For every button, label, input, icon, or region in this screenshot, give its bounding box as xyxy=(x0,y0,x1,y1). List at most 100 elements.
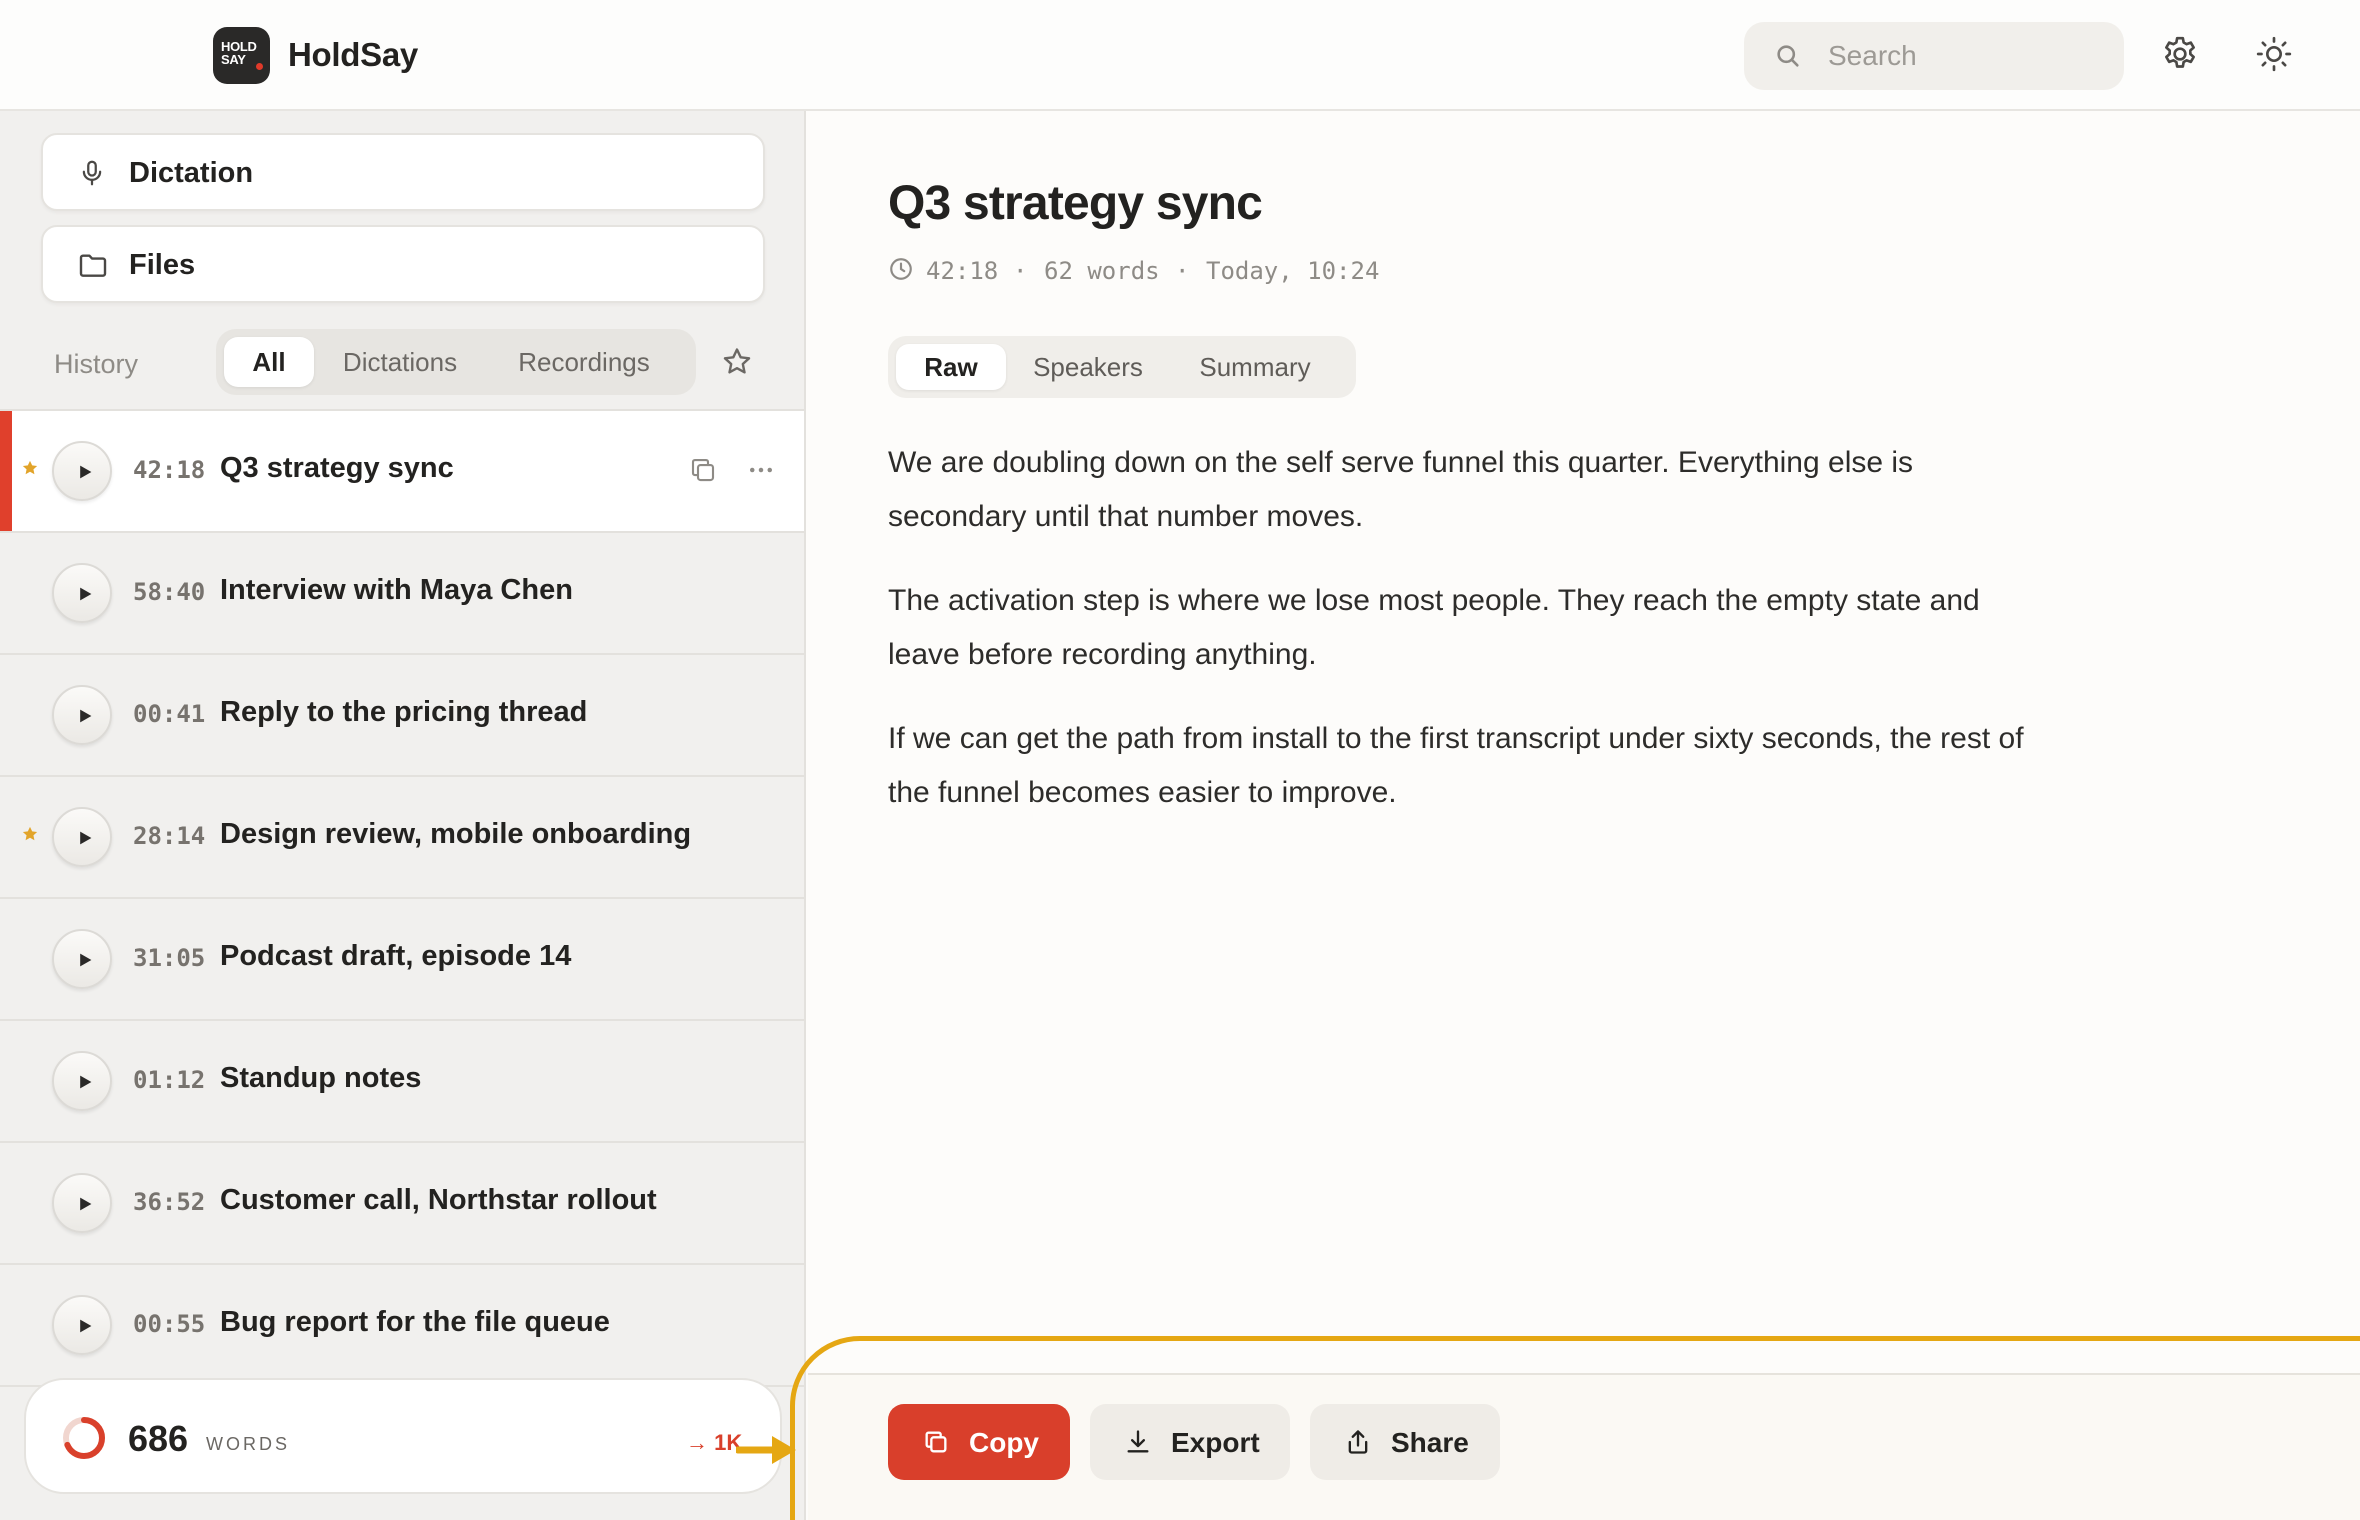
item-title: Customer call, Northstar rollout xyxy=(220,1184,657,1216)
play-icon xyxy=(80,831,92,845)
item-duration: 42:18 xyxy=(133,456,206,484)
copy-label: Copy xyxy=(969,1427,1039,1458)
star-outline-icon xyxy=(723,348,751,374)
export-label: Export xyxy=(1171,1427,1260,1458)
item-title: Podcast draft, episode 14 xyxy=(220,940,572,972)
transcript-view-tabs: Raw Speakers Summary xyxy=(888,336,1356,398)
history-item[interactable]: 36:52 Customer call, Northstar rollout xyxy=(0,1143,804,1265)
play-icon xyxy=(80,709,92,723)
item-duration: 00:41 xyxy=(133,700,206,728)
star-icon xyxy=(22,460,38,475)
share-label: Share xyxy=(1391,1427,1469,1458)
item-title: Bug report for the file queue xyxy=(220,1306,610,1338)
folder-icon xyxy=(79,254,107,277)
app-logo: HOLD SAY xyxy=(213,27,270,84)
filter-all[interactable]: All xyxy=(224,337,314,387)
sidebar: Dictation Files History All Dictations R… xyxy=(0,111,806,1520)
meta-separator: · xyxy=(1175,257,1190,285)
history-item[interactable]: 31:05 Podcast draft, episode 14 xyxy=(0,899,804,1021)
item-title: Q3 strategy sync xyxy=(220,452,454,484)
files-button[interactable]: Files xyxy=(41,225,765,303)
theme-toggle-button[interactable] xyxy=(2254,34,2298,78)
history-item[interactable]: 58:40 Interview with Maya Chen xyxy=(0,533,804,655)
document-title: Q3 strategy sync xyxy=(888,177,1263,230)
document-duration: 42:18 xyxy=(926,257,999,285)
item-duration: 01:12 xyxy=(133,1066,206,1094)
document-date: Today, 10:24 xyxy=(1206,257,1380,285)
filter-dictations[interactable]: Dictations xyxy=(326,337,474,387)
copy-button[interactable]: Copy xyxy=(888,1404,1070,1480)
more-icon[interactable] xyxy=(744,455,778,485)
microphone-icon xyxy=(82,160,102,186)
item-duration: 36:52 xyxy=(133,1188,206,1216)
transcript-paragraph: If we can get the path from install to t… xyxy=(888,722,2024,809)
transcript-paragraph: The activation step is where we lose mos… xyxy=(888,584,1980,671)
tab-speakers[interactable]: Speakers xyxy=(1014,344,1162,390)
active-indicator xyxy=(0,411,12,531)
item-duration: 00:55 xyxy=(133,1310,206,1338)
tab-raw[interactable]: Raw xyxy=(896,344,1006,390)
play-button[interactable] xyxy=(52,1051,112,1111)
files-label: Files xyxy=(129,249,196,281)
history-filter: All Dictations Recordings xyxy=(216,329,696,395)
history-list: 42:18 Q3 strategy sync 58:40 Interview w… xyxy=(0,409,804,1387)
word-count-value: 686 xyxy=(128,1418,189,1459)
export-button[interactable]: Export xyxy=(1090,1404,1290,1480)
arrow-right-icon xyxy=(736,1436,796,1464)
history-item[interactable]: 28:14 Design review, mobile onboarding xyxy=(0,777,804,899)
share-button[interactable]: Share xyxy=(1310,1404,1500,1480)
document-word-count: 62 words xyxy=(1044,257,1160,285)
app-name: HoldSay xyxy=(288,36,418,73)
starred-filter-button[interactable] xyxy=(720,345,754,384)
play-button[interactable] xyxy=(52,441,112,501)
logo-dot xyxy=(256,63,263,70)
play-icon xyxy=(80,1197,92,1211)
history-label: History xyxy=(54,349,139,379)
play-icon xyxy=(80,1319,92,1333)
sun-icon xyxy=(2256,36,2292,72)
download-icon xyxy=(1127,1430,1149,1453)
word-progress-ring xyxy=(63,1417,105,1459)
play-icon xyxy=(80,1075,92,1089)
item-duration: 58:40 xyxy=(133,578,206,606)
search-input[interactable] xyxy=(1828,34,2108,78)
filter-recordings[interactable]: Recordings xyxy=(486,337,682,387)
history-item[interactable]: 01:12 Standup notes xyxy=(0,1021,804,1143)
transcript-body: We are doubling down on the self serve f… xyxy=(888,436,2058,850)
app-header: HOLD SAY HoldSay xyxy=(0,0,2360,111)
play-icon xyxy=(80,953,92,967)
item-duration: 31:05 xyxy=(133,944,206,972)
dictation-button[interactable]: Dictation xyxy=(41,133,765,211)
word-count-widget: 686 WORDS → 1K xyxy=(24,1378,782,1494)
play-button[interactable] xyxy=(52,929,112,989)
meta-separator: · xyxy=(1013,257,1028,285)
copy-icon xyxy=(925,1431,947,1453)
transcript-paragraph: We are doubling down on the self serve f… xyxy=(888,446,1914,533)
search-box[interactable] xyxy=(1744,22,2124,90)
word-goal: → 1K xyxy=(686,1430,743,1455)
play-button[interactable] xyxy=(52,807,112,867)
clock-icon xyxy=(890,258,912,280)
item-title: Design review, mobile onboarding xyxy=(220,818,692,850)
history-item[interactable]: 00:41 Reply to the pricing thread xyxy=(0,655,804,777)
history-item[interactable]: 42:18 Q3 strategy sync xyxy=(0,411,804,533)
gear-icon xyxy=(2165,36,2195,68)
copy-icon[interactable] xyxy=(688,455,718,485)
item-duration: 28:14 xyxy=(133,822,206,850)
play-icon xyxy=(80,587,92,601)
play-button[interactable] xyxy=(52,685,112,745)
play-button[interactable] xyxy=(52,563,112,623)
play-icon xyxy=(80,465,92,479)
item-title: Interview with Maya Chen xyxy=(220,574,573,606)
tab-summary[interactable]: Summary xyxy=(1172,344,1338,390)
history-item[interactable]: 00:55 Bug report for the file queue xyxy=(0,1265,804,1387)
play-button[interactable] xyxy=(52,1295,112,1355)
settings-button[interactable] xyxy=(2160,34,2204,78)
play-button[interactable] xyxy=(52,1173,112,1233)
item-title: Standup notes xyxy=(220,1062,422,1094)
dictation-label: Dictation xyxy=(129,157,254,189)
word-count-unit: WORDS xyxy=(206,1434,290,1454)
search-icon xyxy=(1777,45,1799,67)
share-icon xyxy=(1348,1430,1368,1454)
item-title: Reply to the pricing thread xyxy=(220,696,588,728)
